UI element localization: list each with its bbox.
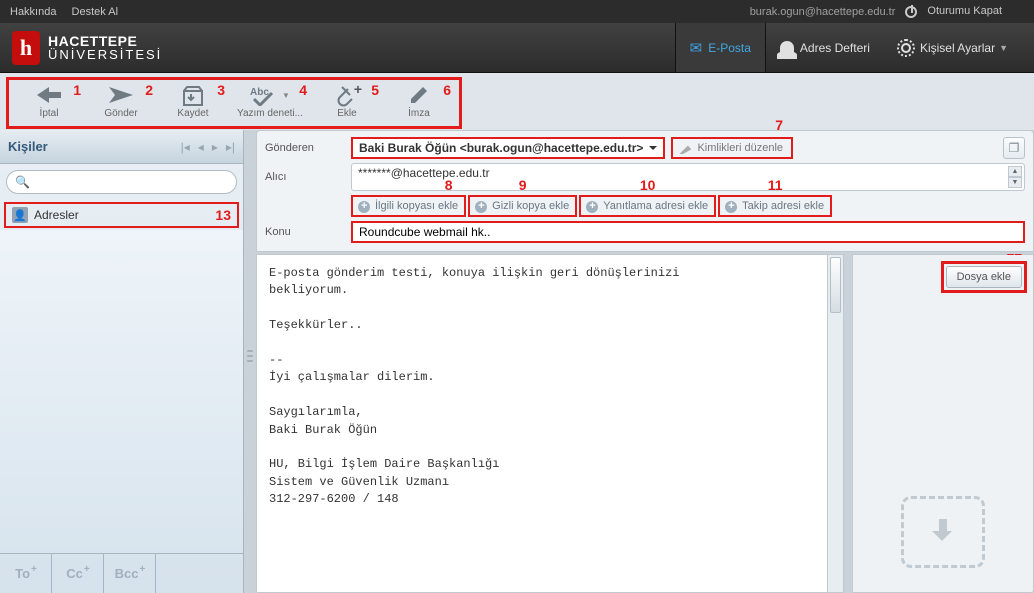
spellcheck-icon: Abc	[250, 84, 280, 106]
paperclip-icon	[332, 83, 354, 107]
message-body[interactable]	[257, 255, 843, 592]
insert-to-button[interactable]: To+	[0, 554, 52, 593]
envelope-icon: ✉	[690, 39, 703, 57]
attach-file-button[interactable]: Dosya ekle	[946, 266, 1022, 288]
contacts-footer: To+ Cc+ Bcc+	[0, 553, 243, 593]
current-user-email: burak.ogun@hacettepe.edu.tr	[750, 6, 896, 18]
attachment-dropzone[interactable]	[901, 496, 985, 568]
contacts-list	[0, 230, 243, 553]
power-icon	[905, 6, 917, 18]
main-header: h HACETTEPE ÜNİVERSİTESİ ✉ E-Posta Adres…	[0, 23, 1034, 73]
from-label: Gönderen	[265, 142, 351, 154]
from-identity-select[interactable]: Baki Burak Öğün <burak.ogun@hacettepe.ed…	[351, 137, 665, 159]
popout-icon: ❐	[1009, 141, 1020, 155]
contacts-panel-title: Kişiler	[8, 139, 48, 154]
annotation-10: 10	[640, 177, 656, 193]
scrollbar-thumb[interactable]	[830, 257, 841, 313]
annotation-9: 9	[519, 177, 527, 193]
spellcheck-button[interactable]: Abc▼ Yazım deneti... 4	[229, 82, 311, 126]
main-tabs: ✉ E-Posta Adres Defteri Kişisel Ayarlar …	[675, 23, 1022, 72]
annotation-5: 5	[371, 82, 379, 98]
body-scrollbar[interactable]	[827, 255, 843, 592]
add-followup-link[interactable]: Takip adresi ekle 11	[718, 195, 832, 217]
gear-icon	[898, 40, 914, 56]
annotation-4: 4	[299, 82, 307, 98]
svg-text:Abc: Abc	[250, 87, 269, 98]
annotation-7: 7	[775, 117, 783, 133]
edit-identities-link[interactable]: Kimlikleri düzenle 7	[671, 137, 793, 159]
tab-mail[interactable]: ✉ E-Posta	[675, 23, 766, 72]
brand-badge-icon: h	[12, 31, 40, 65]
splitter[interactable]	[244, 130, 256, 593]
contacts-search-input[interactable]	[34, 175, 228, 189]
stepper-down-icon[interactable]: ▼	[1008, 177, 1022, 188]
about-link[interactable]: Hakkında	[10, 6, 56, 18]
contacts-panel-header: Kişiler |◂ ◂ ▸ ▸|	[0, 130, 243, 164]
subject-label: Konu	[265, 226, 351, 238]
save-draft-icon	[181, 84, 205, 106]
message-body-container	[256, 254, 844, 593]
to-field-stepper[interactable]: ▲▼	[1008, 166, 1022, 188]
annotation-11: 11	[768, 177, 783, 193]
chevron-down-icon: ▼	[282, 91, 290, 100]
contacts-search[interactable]: 🔍	[6, 170, 237, 194]
support-link[interactable]: Destek Al	[72, 6, 118, 18]
add-bcc-link[interactable]: Gizli kopya ekle 9	[468, 195, 577, 217]
brand-line2: ÜNİVERSİTESİ	[48, 48, 162, 61]
add-cc-link[interactable]: İlgili kopyası ekle 8	[351, 195, 466, 217]
compose-toolbar-box: İptal 1 Gönder 2 Kaydet 3 Abc▼ Yazım den…	[6, 77, 462, 129]
person-icon	[780, 41, 794, 55]
annotation-6: 6	[443, 82, 451, 98]
compose-toolbar: İptal 1 Gönder 2 Kaydet 3 Abc▼ Yazım den…	[0, 73, 1034, 130]
annotation-8: 8	[445, 177, 453, 193]
signature-button[interactable]: İmza 6	[383, 82, 455, 126]
addressbook-row[interactable]: 👤 Adresler 13	[4, 202, 239, 228]
compose-panel: Gönderen Baki Burak Öğün <burak.ogun@hac…	[256, 130, 1034, 593]
to-label: Alıcı	[265, 171, 351, 183]
compose-headers: Gönderen Baki Burak Öğün <burak.ogun@hac…	[256, 130, 1034, 252]
brand: h HACETTEPE ÜNİVERSİTESİ	[12, 31, 162, 65]
insert-cc-button[interactable]: Cc+	[52, 554, 104, 593]
subject-input[interactable]	[351, 221, 1025, 243]
save-draft-button[interactable]: Kaydet 3	[157, 82, 229, 126]
back-arrow-icon	[35, 85, 63, 105]
tab-settings[interactable]: Kişisel Ayarlar ▼	[884, 23, 1022, 72]
pager-first-icon[interactable]: |◂	[181, 140, 190, 154]
addressbook-icon: 👤	[12, 207, 28, 223]
download-arrow-icon	[930, 519, 956, 545]
add-replyto-link[interactable]: Yanıtlama adresi ekle 10	[579, 195, 716, 217]
pager-next-icon[interactable]: ▸	[212, 140, 218, 154]
contacts-pager: |◂ ◂ ▸ ▸|	[181, 140, 235, 154]
tab-addressbook[interactable]: Adres Defteri	[766, 23, 884, 72]
annotation-3: 3	[217, 82, 225, 98]
to-field-value: *******@hacettepe.edu.tr	[358, 166, 490, 180]
contacts-panel: Kişiler |◂ ◂ ▸ ▸| 🔍 👤 Adresler 13 To+ Cc…	[0, 130, 244, 593]
brand-line1: HACETTEPE	[48, 34, 162, 48]
paper-plane-icon	[107, 85, 135, 105]
insert-bcc-button[interactable]: Bcc+	[104, 554, 156, 593]
stepper-up-icon[interactable]: ▲	[1008, 166, 1022, 177]
logout-link[interactable]: Oturumu Kapat	[905, 5, 1012, 17]
send-button[interactable]: Gönder 2	[85, 82, 157, 126]
chevron-down-icon: ▼	[999, 43, 1008, 53]
annotation-1: 1	[73, 82, 81, 98]
attachments-panel: 12 Dosya ekle	[852, 254, 1034, 593]
splitter-grip-icon	[247, 347, 253, 377]
addressbook-label: Adresler	[34, 208, 79, 222]
cancel-button[interactable]: İptal 1	[13, 82, 85, 126]
pen-icon	[407, 83, 431, 107]
pager-last-icon[interactable]: ▸|	[226, 140, 235, 154]
popout-compose-button[interactable]: ❐	[1003, 137, 1025, 159]
search-icon: 🔍	[15, 175, 30, 189]
attach-button[interactable]: + Ekle 5	[311, 82, 383, 126]
utility-bar: Hakkında Destek Al burak.ogun@hacettepe.…	[0, 0, 1034, 23]
annotation-13: 13	[215, 207, 231, 223]
pager-prev-icon[interactable]: ◂	[198, 140, 204, 154]
annotation-12: 12	[1006, 254, 1022, 258]
annotation-2: 2	[145, 82, 153, 98]
